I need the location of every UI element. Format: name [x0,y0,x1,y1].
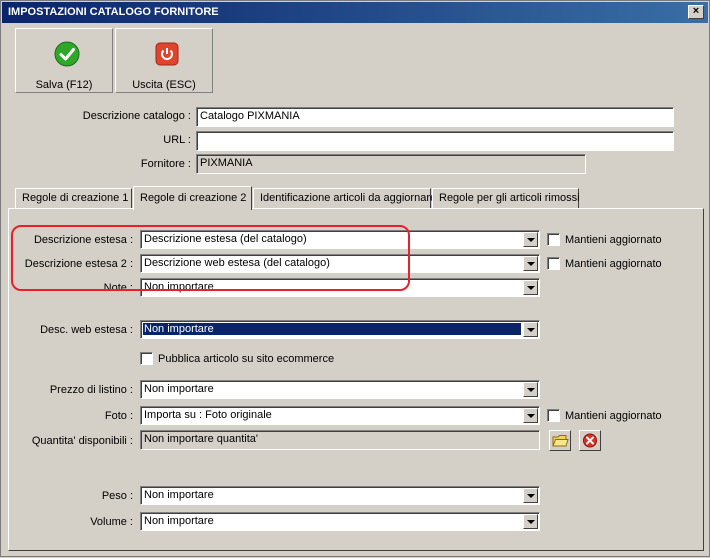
chevron-down-icon[interactable] [523,280,538,295]
volume-value: Non importare [144,515,214,527]
volume-select[interactable]: Non importare [140,512,540,531]
web-desc-label: Desc. web estesa : [40,324,133,336]
weight-value: Non importare [144,489,214,501]
ext-desc2-keep-updated-checkbox[interactable] [547,257,560,270]
folder-icon [552,435,569,447]
chevron-down-icon[interactable] [523,256,538,271]
qty-label: Quantita' disponibili : [31,435,133,447]
publish-ecommerce-label: Pubblica articolo su sito ecommerce [158,353,335,365]
ext-desc-value: Descrizione estesa (del catalogo) [144,233,307,245]
price-label: Prezzo di listino : [49,384,133,396]
photo-label: Foto : [104,410,133,422]
note-select[interactable]: Non importare [140,278,540,297]
qty-field: Non importare quantita' [140,430,540,450]
chevron-down-icon[interactable] [523,488,538,503]
photo-value: Importa su : Foto originale [144,409,272,421]
clear-button[interactable] [579,430,601,451]
ext-desc2-label: Descrizione estesa 2 : [24,258,133,270]
price-value: Non importare [144,383,214,395]
publish-ecommerce-checkbox[interactable] [140,352,153,365]
delete-icon [583,433,597,448]
form-rows: Descrizione estesa : Descrizione estesa … [1,1,710,558]
open-folder-button[interactable] [549,430,571,451]
ext-desc2-value: Descrizione web estesa (del catalogo) [144,257,330,269]
ext-desc-keep-updated-checkbox[interactable] [547,233,560,246]
web-desc-value: Non importare [143,323,521,335]
ext-desc2-keep-updated-label: Mantieni aggiornato [565,258,662,270]
ext-desc-keep-updated-label: Mantieni aggiornato [565,234,662,246]
weight-select[interactable]: Non importare [140,486,540,505]
ext-desc2-select[interactable]: Descrizione web estesa (del catalogo) [140,254,540,273]
web-desc-select[interactable]: Non importare [140,320,540,339]
catalog-settings-window: IMPOSTAZIONI CATALOGO FORNITORE × Salva … [0,0,710,557]
note-value: Non importare [144,281,214,293]
ext-desc-select[interactable]: Descrizione estesa (del catalogo) [140,230,540,249]
volume-label: Volume : [90,516,133,528]
chevron-down-icon[interactable] [523,514,538,529]
chevron-down-icon[interactable] [523,382,538,397]
weight-label: Peso : [101,490,133,502]
photo-select[interactable]: Importa su : Foto originale [140,406,540,425]
photo-keep-updated-label: Mantieni aggiornato [565,410,662,422]
chevron-down-icon[interactable] [523,408,538,423]
note-label: Note : [103,282,133,294]
price-select[interactable]: Non importare [140,380,540,399]
chevron-down-icon[interactable] [523,322,538,337]
ext-desc-label: Descrizione estesa : [33,234,133,246]
chevron-down-icon[interactable] [523,232,538,247]
photo-keep-updated-checkbox[interactable] [547,409,560,422]
